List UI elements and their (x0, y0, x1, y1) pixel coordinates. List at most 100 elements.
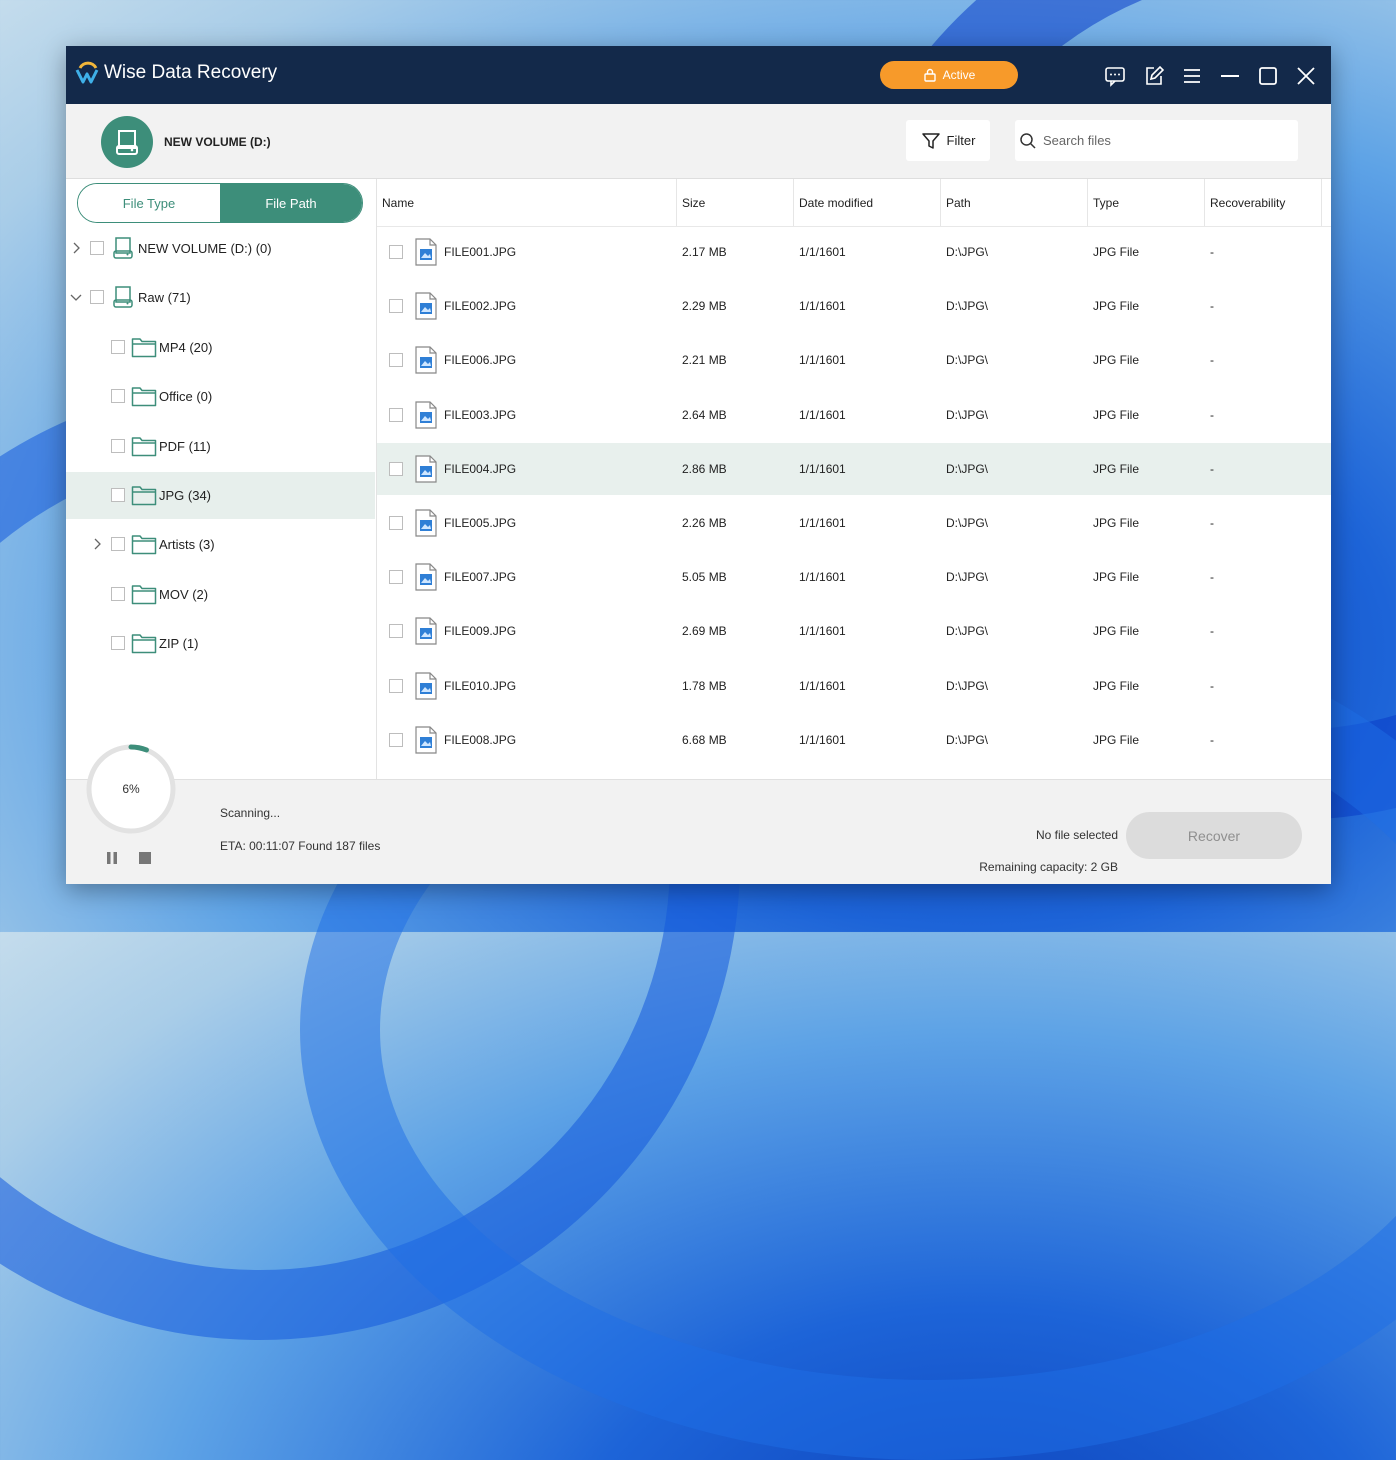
cell-size: 2.21 MB (682, 353, 727, 368)
table-row[interactable]: FILE002.JPG 2.29 MB 1/1/1601 D:\JPG\ JPG Fil… (377, 280, 1331, 332)
tree-item[interactable]: Office (0) (66, 373, 375, 420)
row-checkbox[interactable] (389, 516, 403, 530)
cell-size: 2.64 MB (682, 407, 727, 422)
cell-date-modified: 1/1/1601 (799, 516, 846, 530)
close-icon[interactable] (1295, 65, 1317, 87)
search-input[interactable] (1041, 132, 1285, 149)
folder-icon (131, 583, 157, 608)
table-row[interactable]: FILE009.JPG 2.69 MB 1/1/1601 D:\JPG\ JPG Fil… (377, 605, 1331, 657)
tree-item-label: MP4 (20) (159, 339, 213, 355)
jpg-file-icon (414, 238, 438, 269)
pause-icon[interactable] (105, 851, 119, 865)
edit-icon[interactable] (1143, 65, 1165, 87)
menu-icon[interactable] (1181, 65, 1203, 87)
activate-button[interactable]: Active (880, 61, 1018, 89)
tree-item-label: JPG (34) (159, 488, 212, 503)
column-name[interactable]: Name (377, 179, 677, 226)
column-size[interactable]: Size (677, 179, 794, 226)
table-row[interactable]: FILE005.JPG 2.26 MB 1/1/1601 D:\JPG\ JPG Fil… (377, 497, 1331, 549)
cell-path: D:\JPG\ (946, 461, 989, 476)
cell-path: D:\JPG\ (946, 624, 989, 639)
table-row[interactable]: FILE007.JPG 5.05 MB 1/1/1601 D:\JPG\ JPG Fil… (377, 551, 1331, 603)
remaining-capacity: Remaining capacity: 2 GB (979, 860, 1118, 874)
row-checkbox[interactable] (389, 245, 403, 259)
tree-checkbox[interactable] (111, 488, 125, 502)
stop-icon[interactable] (139, 852, 151, 864)
tree-checkbox[interactable] (90, 290, 104, 305)
cell-name: FILE002.JPG (444, 299, 517, 314)
title-bar: Wise Data Recovery Active (66, 46, 1331, 104)
tree-checkbox[interactable] (111, 339, 125, 354)
table-row[interactable]: FILE010.JPG 1.78 MB 1/1/1601 D:\JPG\ JPG Fil… (377, 660, 1331, 712)
cell-recoverability: - (1210, 299, 1214, 314)
row-checkbox[interactable] (389, 407, 403, 422)
cell-recoverability: - (1210, 407, 1214, 422)
view-mode-toggle: File Type File Path (77, 183, 363, 223)
table-header: Name Size Date modified Path Type Recove… (377, 179, 1331, 227)
row-checkbox[interactable] (389, 461, 403, 476)
table-row[interactable]: FILE008.JPG 6.68 MB 1/1/1601 D:\JPG\ JPG Fil… (377, 714, 1331, 766)
jpg-file-icon (414, 726, 438, 757)
progress-percent: 6% (122, 782, 140, 796)
cell-name: FILE008.JPG (444, 732, 517, 747)
column-recoverability[interactable]: Recoverability (1205, 179, 1322, 226)
table-row[interactable]: FILE006.JPG 2.21 MB 1/1/1601 D:\JPG\ JPG Fil… (377, 334, 1331, 386)
jpg-file-icon (414, 563, 438, 594)
column-type[interactable]: Type (1088, 179, 1205, 226)
tree-item[interactable]: Raw (71) (66, 274, 375, 321)
feedback-icon[interactable] (1104, 65, 1126, 87)
row-checkbox[interactable] (389, 570, 403, 585)
status-footer: 6% Scanning... ETA: 00:11:07 Found 187 f… (66, 744, 1331, 884)
tab-file-path[interactable]: File Path (220, 184, 362, 222)
row-checkbox[interactable] (389, 353, 403, 368)
tree-item[interactable]: ZIP (1) (66, 620, 375, 667)
tree-item[interactable]: MP4 (20) (66, 324, 375, 371)
search-box[interactable] (1015, 120, 1298, 161)
row-checkbox[interactable] (389, 678, 403, 693)
cell-type: JPG File (1093, 407, 1140, 422)
tree-checkbox[interactable] (111, 636, 125, 651)
search-icon (1020, 132, 1036, 149)
jpg-file-icon (414, 617, 438, 648)
tree-item[interactable]: MOV (2) (66, 571, 375, 618)
tree-item[interactable]: Artists (3) (66, 521, 375, 568)
cell-size: 2.17 MB (682, 245, 727, 259)
chevron-right-icon[interactable] (91, 538, 103, 550)
tab-file-type[interactable]: File Type (78, 184, 220, 222)
tree-checkbox[interactable] (111, 389, 125, 404)
table-row[interactable]: FILE001.JPG 2.17 MB 1/1/1601 D:\JPG\ JPG Fil… (377, 226, 1331, 278)
cell-recoverability: - (1210, 516, 1214, 530)
tree-item[interactable]: PDF (11) (66, 423, 375, 470)
folder-icon (131, 435, 157, 460)
table-row[interactable]: FILE004.JPG 2.86 MB 1/1/1601 D:\JPG\ JPG Fil… (377, 442, 1331, 495)
cell-path: D:\JPG\ (946, 516, 989, 530)
cell-size: 5.05 MB (682, 570, 727, 585)
table-row[interactable]: FILE003.JPG 2.64 MB 1/1/1601 D:\JPG\ JPG Fil… (377, 389, 1331, 441)
tree-checkbox[interactable] (111, 537, 125, 552)
tree-checkbox[interactable] (90, 241, 104, 255)
cell-recoverability: - (1210, 353, 1214, 368)
cell-recoverability: - (1210, 461, 1214, 476)
row-checkbox[interactable] (389, 299, 403, 314)
cell-path: D:\JPG\ (946, 245, 989, 259)
row-checkbox[interactable] (389, 624, 403, 639)
tree-item[interactable]: JPG (34) (66, 472, 375, 519)
volume-title: NEW VOLUME (D:) (164, 135, 271, 149)
jpg-file-icon (414, 671, 438, 703)
maximize-icon[interactable] (1257, 65, 1279, 87)
tree-checkbox[interactable] (111, 438, 125, 453)
cell-date-modified: 1/1/1601 (799, 407, 846, 422)
chevron-down-icon[interactable] (70, 291, 82, 303)
drive-icon (116, 130, 138, 155)
tree-item[interactable]: NEW VOLUME (D:) (0) (66, 225, 375, 272)
filter-button[interactable]: Filter (906, 120, 990, 161)
recover-button[interactable]: Recover (1126, 812, 1302, 859)
cell-path: D:\JPG\ (946, 407, 989, 422)
row-checkbox[interactable] (389, 732, 403, 747)
tree-checkbox[interactable] (111, 586, 125, 601)
column-date-modified[interactable]: Date modified (794, 179, 941, 226)
minimize-icon[interactable] (1219, 65, 1241, 87)
drive-icon (112, 236, 134, 263)
column-path[interactable]: Path (941, 179, 1088, 226)
chevron-right-icon[interactable] (70, 242, 82, 254)
